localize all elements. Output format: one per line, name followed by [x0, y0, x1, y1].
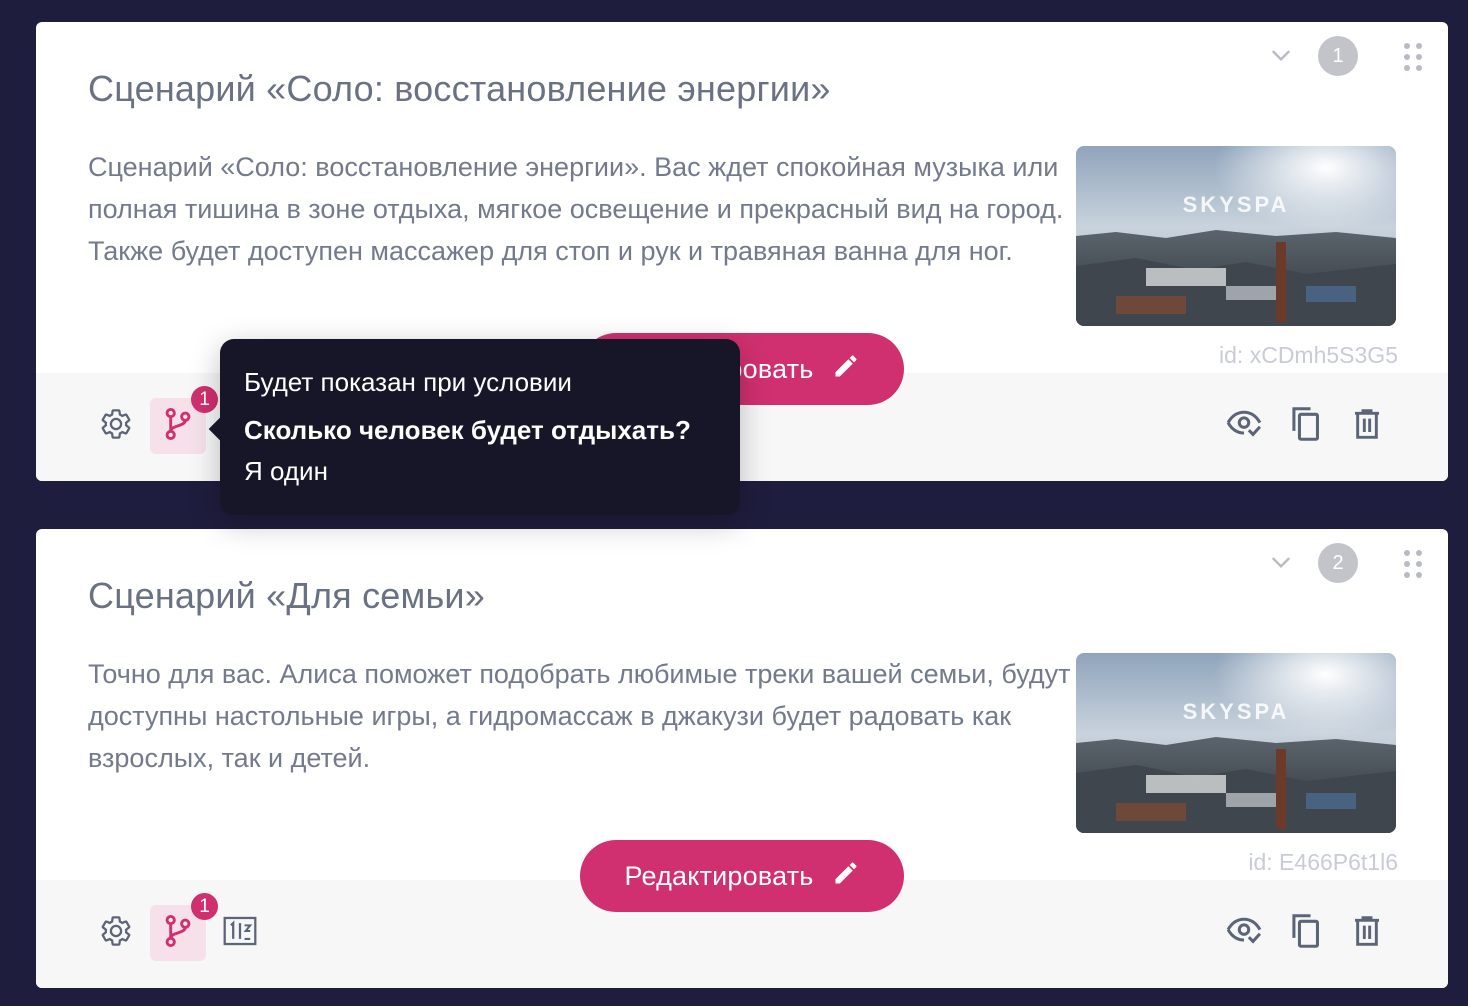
scenario-image: SKYSPA — [1076, 146, 1396, 326]
branch-condition-button[interactable]: 1 — [150, 893, 218, 961]
card-title: Сценарий «Для семьи» — [88, 575, 485, 616]
card-description: Сценарий «Соло: восстановление энергии».… — [88, 152, 1064, 266]
drag-handle-icon[interactable] — [1402, 42, 1424, 77]
settings-button[interactable] — [88, 905, 144, 961]
image-watermark: SKYSPA — [1183, 699, 1290, 724]
edit-button[interactable]: Редактировать — [580, 840, 904, 912]
drag-handle-icon[interactable] — [1402, 549, 1424, 584]
edit-button-label: Редактировать — [624, 860, 814, 891]
card-id: id: xCDmh5S3G5 — [1219, 342, 1398, 368]
delete-button[interactable] — [1339, 398, 1395, 454]
eye-check-icon — [1226, 408, 1262, 445]
branch-condition-button[interactable]: 1 — [150, 386, 218, 454]
trash-icon — [1353, 915, 1381, 952]
settings-button[interactable] — [88, 398, 144, 454]
scenario-card-2: 2 Сценарий «Для семьи» Точно для вас. Ал… — [36, 529, 1448, 988]
card-number-badge: 2 — [1318, 543, 1358, 583]
tooltip-answer: Я один — [244, 456, 328, 486]
number-block-icon — [223, 916, 257, 951]
pencil-icon — [832, 859, 860, 894]
tooltip-question: Сколько человек будет отдыхать? — [244, 415, 691, 445]
condition-tooltip: Будет показан при условии Сколько челове… — [208, 339, 740, 515]
preview-button[interactable] — [1216, 398, 1272, 454]
settings-icon — [99, 914, 133, 953]
card-title: Сценарий «Соло: восстановление энергии» — [88, 68, 831, 109]
copy-button[interactable] — [1277, 398, 1333, 454]
preview-button[interactable] — [1216, 905, 1272, 961]
chevron-down-icon[interactable] — [1268, 42, 1294, 73]
pencil-icon — [832, 352, 860, 387]
eye-check-icon — [1226, 915, 1262, 952]
image-watermark: SKYSPA — [1183, 192, 1290, 217]
card-id: id: E466P6t1l6 — [1248, 849, 1398, 875]
copy-button[interactable] — [1277, 905, 1333, 961]
settings-icon — [99, 407, 133, 446]
chevron-down-icon[interactable] — [1268, 549, 1294, 580]
scenario-image: SKYSPA — [1076, 653, 1396, 833]
branch-icon — [163, 914, 193, 953]
trash-icon — [1353, 408, 1381, 445]
number-block-button[interactable] — [212, 905, 268, 961]
card-description: Точно для вас. Алиса поможет подобрать л… — [88, 659, 1071, 773]
copy-icon — [1289, 913, 1321, 954]
delete-button[interactable] — [1339, 905, 1395, 961]
tooltip-heading: Будет показан при условии — [244, 367, 572, 397]
card-number-badge: 1 — [1318, 36, 1358, 76]
copy-icon — [1289, 406, 1321, 447]
branch-count-badge: 1 — [191, 386, 218, 413]
branch-icon — [163, 407, 193, 446]
